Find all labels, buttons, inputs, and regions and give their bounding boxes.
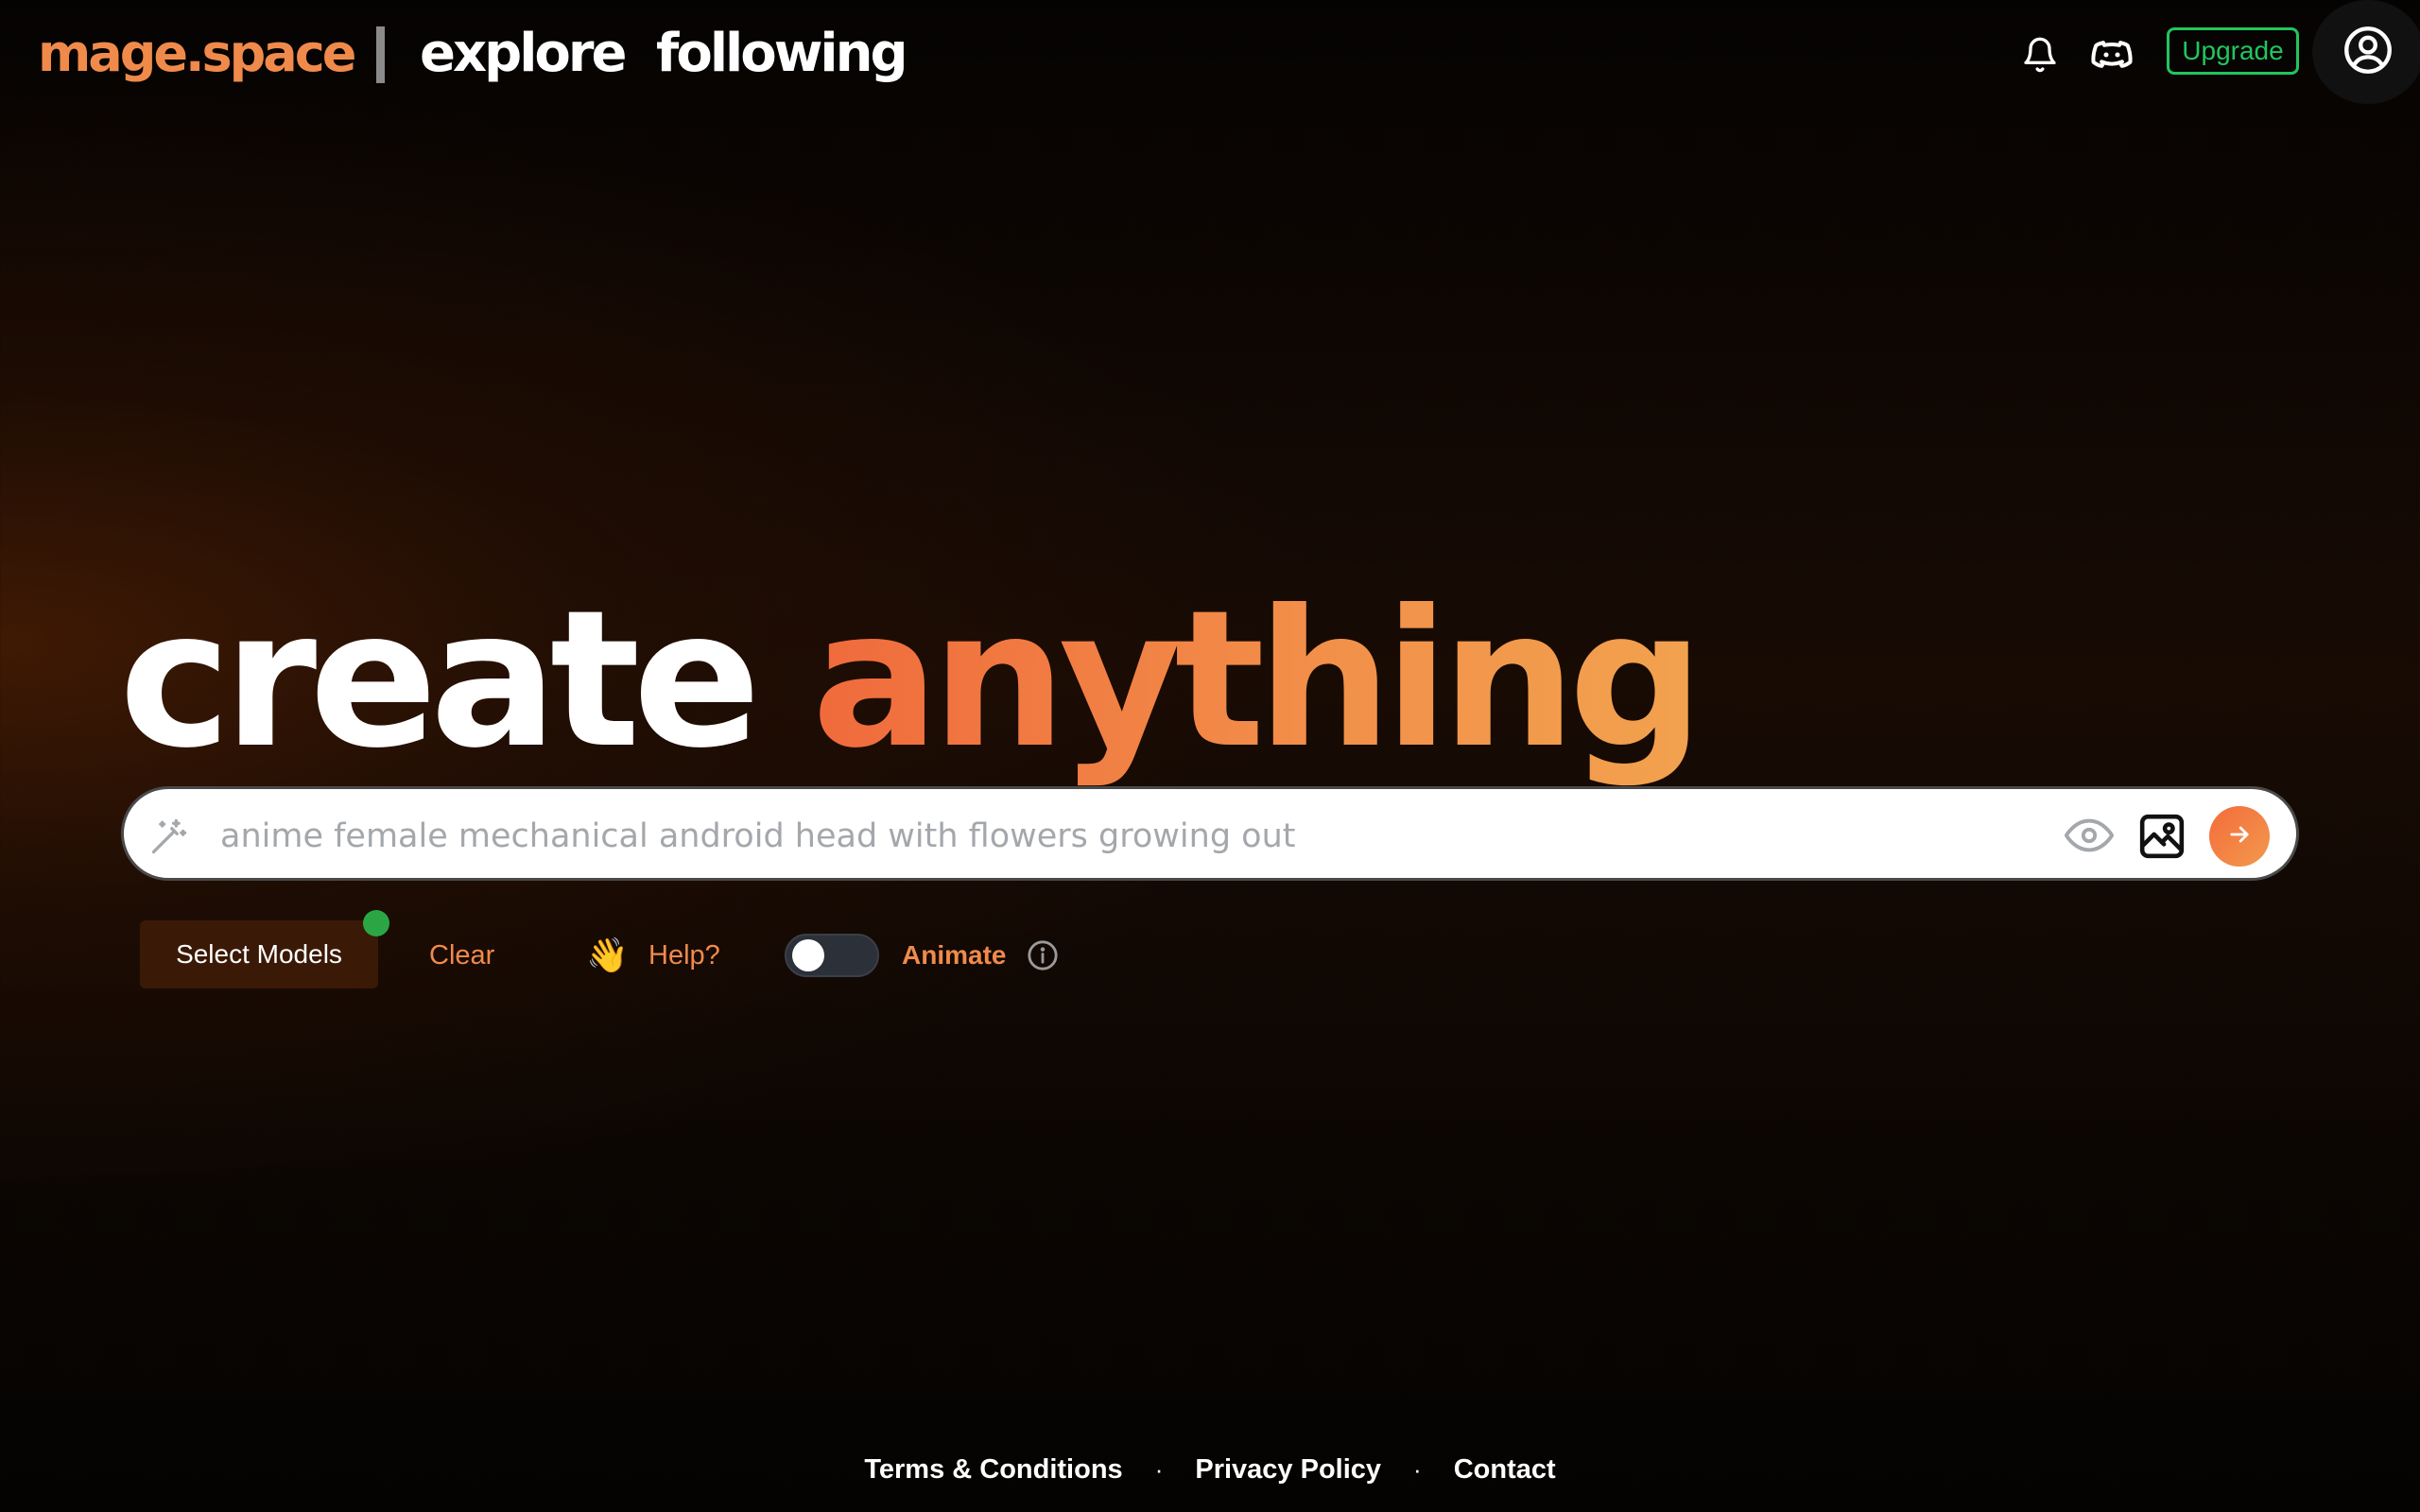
footer-separator: ·: [1154, 1454, 1164, 1484]
prompt-input[interactable]: [218, 806, 2160, 867]
submit-button[interactable]: [2209, 806, 2270, 867]
prompt-bar: [121, 786, 2299, 881]
arrow-right-icon: [2226, 821, 2253, 852]
eye-icon[interactable]: [2062, 812, 2117, 859]
animate-label[interactable]: Animate: [902, 932, 1006, 979]
user-circle-icon: [2343, 26, 2393, 79]
nav-divider: [376, 26, 385, 83]
nav-following-link[interactable]: following: [656, 21, 908, 87]
animate-toggle[interactable]: [785, 934, 879, 977]
bell-icon[interactable]: [2012, 26, 2068, 83]
discord-icon[interactable]: [2083, 26, 2140, 83]
hero-title-create: create: [119, 570, 761, 790]
footer-contact-link[interactable]: Contact: [1454, 1454, 1556, 1486]
footer-terms-link[interactable]: Terms & Conditions: [864, 1454, 1122, 1486]
footer-separator: ·: [1413, 1454, 1422, 1484]
top-navbar: mage.space explore following Upgrade: [0, 0, 2420, 108]
footer: Terms & Conditions · Privacy Policy · Co…: [0, 1444, 2420, 1495]
footer-privacy-link[interactable]: Privacy Policy: [1195, 1454, 1381, 1486]
profile-button[interactable]: [2312, 0, 2420, 104]
help-button[interactable]: Help?: [648, 932, 720, 979]
site-logo[interactable]: mage.space: [38, 21, 356, 87]
image-icon[interactable]: [2135, 810, 2188, 863]
toggle-knob: [792, 939, 824, 971]
status-dot: [363, 910, 389, 936]
select-models-button[interactable]: Select Models: [140, 920, 378, 988]
upgrade-button[interactable]: Upgrade: [2167, 27, 2299, 75]
info-icon[interactable]: [1027, 939, 1059, 971]
hero-title: create anything: [119, 567, 1704, 794]
waving-hand-icon: 👋: [586, 936, 629, 974]
hero-title-anything: anything: [811, 570, 1704, 790]
magic-wand-icon[interactable]: [148, 816, 190, 857]
clear-button[interactable]: Clear: [429, 932, 494, 979]
nav-explore-link[interactable]: explore: [420, 21, 627, 87]
